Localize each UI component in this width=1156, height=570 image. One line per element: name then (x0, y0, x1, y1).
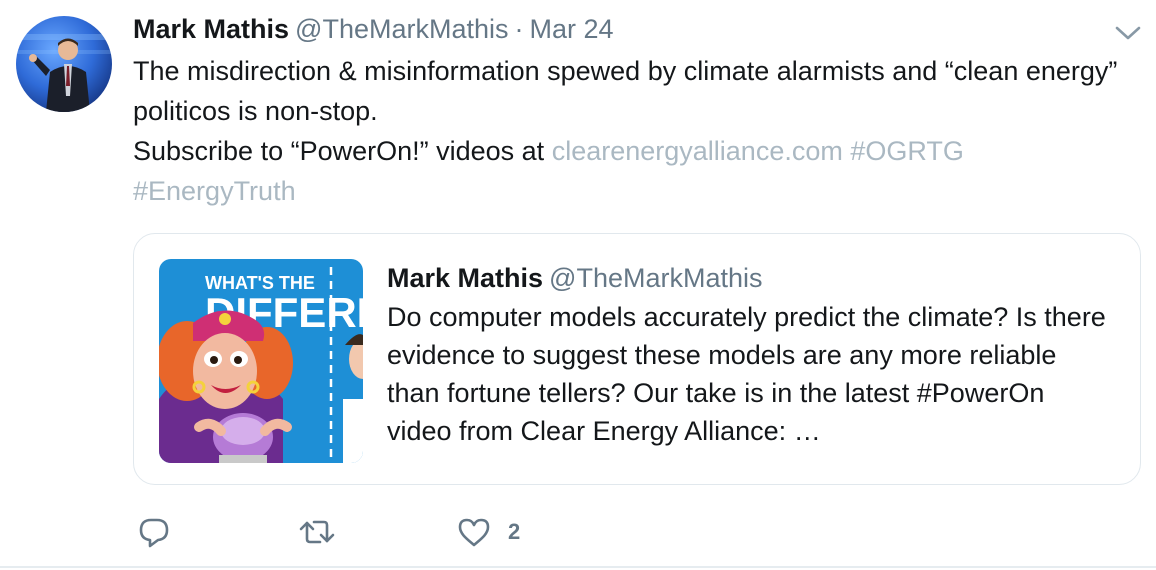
reply-button[interactable] (137, 510, 171, 554)
tweet-text-line: Subscribe to “PowerOn!” videos at cleare… (133, 131, 1123, 211)
retweet-icon (297, 515, 337, 549)
hashtag-ogrtg[interactable]: #OGRTG (850, 136, 964, 166)
tweet-text-line: The misdirection & misinformation spewed… (133, 56, 1118, 126)
quoted-tweet-header: Mark Mathis @TheMarkMathis (387, 261, 763, 295)
quoted-tweet-card[interactable]: WHAT'S THE DIFFERE (133, 233, 1141, 485)
tweet-text-prefix: Subscribe to “PowerOn!” videos at (133, 136, 545, 166)
tweet-link[interactable]: clearenergyalliance.com (552, 136, 843, 166)
tweet-date[interactable]: Mar 24 (530, 14, 614, 44)
author-handle[interactable]: @TheMarkMathis (295, 14, 508, 44)
divider (0, 566, 1156, 568)
heart-icon (457, 516, 491, 548)
chevron-down-icon[interactable] (1114, 22, 1142, 44)
like-button[interactable]: 2 (457, 510, 520, 554)
tweet-header: Mark Mathis @TheMarkMathis · Mar 24 (133, 12, 614, 46)
author-name[interactable]: Mark Mathis (133, 14, 289, 44)
retweet-button[interactable] (297, 510, 337, 554)
quoted-author-name[interactable]: Mark Mathis (387, 263, 543, 293)
like-count: 2 (508, 519, 521, 544)
author-avatar[interactable] (16, 16, 112, 112)
hashtag-energytruth[interactable]: #EnergyTruth (133, 176, 296, 206)
tweet-actions: 2 (133, 510, 733, 554)
quoted-author-handle[interactable]: @TheMarkMathis (549, 263, 762, 293)
tweet-text: The misdirection & misinformation spewed… (133, 51, 1123, 211)
reply-icon (137, 515, 171, 549)
quoted-tweet-text: Do computer models accurately predict th… (387, 302, 1106, 446)
quoted-tweet-thumbnail[interactable]: WHAT'S THE DIFFERE (159, 259, 363, 463)
separator-dot: · (514, 14, 524, 44)
